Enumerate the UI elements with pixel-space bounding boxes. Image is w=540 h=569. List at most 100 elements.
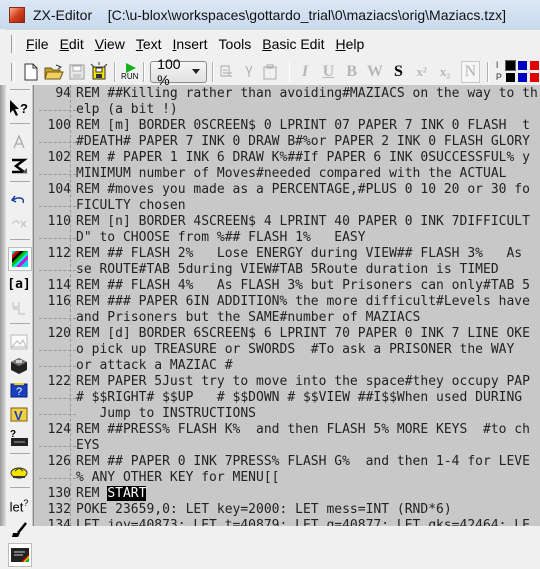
- code-line-continuation[interactable]: o pick up TREASURE or SWORDS #To ask a P…: [34, 342, 538, 358]
- save-all-button[interactable]: [89, 61, 109, 83]
- line-text: REM ### PAPER 6IN ADDITION% the more dif…: [76, 294, 530, 309]
- zoom-dropdown[interactable]: 100 %: [150, 56, 207, 88]
- font-button[interactable]: [8, 131, 30, 153]
- code-line[interactable]: 110 REM [n] BORDER 4SCREEN$ 4 LPRINT 40 P…: [34, 214, 538, 230]
- code-line-continuation[interactable]: and Prisoners but the SAME#number of MAZ…: [34, 310, 538, 326]
- ink-swatch-red[interactable]: [529, 61, 539, 70]
- toolbar-separator: [288, 61, 291, 82]
- menu-label: elp: [345, 36, 365, 52]
- code-line[interactable]: 104 REM #moves you made as a PERCENTAGE,#…: [34, 182, 538, 198]
- text-style-button[interactable]: [8, 155, 30, 177]
- side-toolbar: ? [a] ? V ? let?: [0, 85, 33, 567]
- code-line-continuation[interactable]: elp (a bit !): [34, 102, 538, 118]
- paper-swatch-black[interactable]: [505, 73, 515, 82]
- highlighted-token: START: [107, 486, 147, 501]
- code-line-continuation[interactable]: FICULTY chosen: [34, 198, 538, 214]
- code-line-continuation[interactable]: or attack a MAZIAC #: [34, 358, 538, 374]
- clear-button[interactable]: [8, 213, 30, 235]
- cut-button[interactable]: [240, 61, 257, 83]
- block-3d-button[interactable]: [8, 355, 30, 377]
- italic-button[interactable]: I: [296, 63, 313, 81]
- run-button[interactable]: RUN: [121, 61, 138, 83]
- code-line-continuation[interactable]: Jump to INSTRUCTIONS: [34, 406, 538, 422]
- menu-item-help[interactable]: Help: [330, 36, 370, 52]
- underline-button[interactable]: U: [320, 63, 337, 81]
- undo-button[interactable]: [8, 189, 30, 211]
- wide-button[interactable]: W: [366, 63, 383, 81]
- code-line[interactable]: 100 REM [m] BORDER 0SCREEN$ 0 LPRINT 07 P…: [34, 118, 538, 134]
- code-line[interactable]: 120 REM [d] BORDER 6SCREEN$ 6 LPRINT 70 P…: [34, 326, 538, 342]
- basic-code-editor[interactable]: 94 REM ##Killing rather than avoiding#MAZ…: [33, 85, 540, 526]
- new-file-button[interactable]: [23, 61, 40, 83]
- menu-item-text[interactable]: Text: [131, 36, 168, 52]
- help-pointer-icon: ?: [10, 100, 28, 116]
- toolbar-grip[interactable]: [11, 62, 15, 81]
- line-number: [39, 390, 76, 399]
- copy-button[interactable]: [219, 61, 236, 83]
- code-line[interactable]: 126 REM ## PAPER 0 INK 7PRESS% FLASH G% a…: [34, 454, 538, 470]
- code-line-continuation[interactable]: # $$RIGHT# $$UP # $$DOWN # $$VIEW ##I$$W…: [34, 390, 538, 406]
- strike-style-button[interactable]: S: [390, 63, 407, 81]
- edit-line-button[interactable]: [8, 519, 30, 541]
- tape-info-button[interactable]: ?: [8, 427, 30, 449]
- paper-swatch-red[interactable]: [529, 73, 539, 82]
- superscript-button[interactable]: x²: [413, 64, 430, 80]
- line-text: REM ## FLASH 2% Lose ENERGY during VIEW#…: [76, 246, 523, 261]
- code-line[interactable]: 134 LET joy=40873: LET t=40879: LET q=408…: [34, 518, 538, 526]
- run-play-icon: [125, 62, 136, 73]
- svg-text:V: V: [14, 408, 23, 422]
- side-separator: [10, 453, 30, 459]
- ink-swatch-blue[interactable]: [517, 61, 527, 70]
- line-text: REM [n] BORDER 4SCREEN$ 4 LPRINT 40 PAPE…: [76, 214, 530, 229]
- verify-button[interactable]: V: [8, 403, 30, 425]
- menu-item-view[interactable]: View: [90, 36, 131, 52]
- menubar-grip[interactable]: [11, 35, 15, 53]
- menu-bar: File Edit View Text Insert Tools Basic Edit Hel…: [6, 29, 540, 58]
- paper-swatch-blue[interactable]: [517, 73, 527, 82]
- code-line-continuation[interactable]: % ANY OTHER KEY for MENU[[: [34, 470, 538, 486]
- menu-accelerator: V: [94, 36, 104, 52]
- bold-button[interactable]: B: [343, 63, 360, 81]
- menu-item-tools[interactable]: Tools: [214, 36, 258, 52]
- code-line-continuation[interactable]: D" to CHOOSE from %## FLASH 1% EASY: [34, 230, 538, 246]
- zx-spectrum-button[interactable]: [8, 543, 32, 567]
- line-text: MINIMUM number of Moves#needed compared …: [76, 166, 507, 181]
- code-line[interactable]: 124 REM ##PRESS% FLASH K% and then FLASH …: [34, 422, 538, 438]
- insert-char-button[interactable]: [a]: [7, 273, 30, 295]
- menu-item-file[interactable]: File: [21, 36, 55, 52]
- line-number: 130: [47, 486, 71, 501]
- normal-button[interactable]: N: [460, 60, 481, 83]
- save-button[interactable]: [68, 61, 85, 83]
- code-line[interactable]: 114 REM ## FLASH 4% As FLASH 3% but Priso…: [34, 278, 538, 294]
- ink-swatch-black[interactable]: [504, 60, 516, 71]
- context-help-button[interactable]: ?: [8, 97, 30, 119]
- paste-button[interactable]: [261, 61, 278, 83]
- code-line[interactable]: 94 REM ##Killing rather than avoiding#MAZ…: [34, 86, 537, 102]
- insert-image-button[interactable]: [8, 331, 30, 353]
- code-line[interactable]: 132 POKE 23659,0: LET key=2000: LET mess=…: [34, 502, 538, 518]
- code-line-continuation[interactable]: #DEATH# PAPER 7 INK 0 DRAW B#%or PAPER 2…: [34, 134, 538, 150]
- code-line[interactable]: 122 REM PAPER 5Just try to move into the …: [34, 374, 538, 390]
- open-file-button[interactable]: [44, 61, 64, 83]
- line-text: # $$RIGHT# $$UP # $$DOWN # $$VIEW ##I$$W…: [76, 390, 523, 405]
- block-graphics-icon: [12, 302, 25, 315]
- code-line[interactable]: 116 REM ### PAPER 6IN ADDITION% the more …: [34, 294, 538, 310]
- line-text: FICULTY chosen: [76, 198, 186, 213]
- code-line-continuation[interactable]: se ROUTE#TAB 5during VIEW#TAB 5Route dur…: [34, 262, 538, 278]
- subscript-button[interactable]: x₂: [436, 64, 453, 80]
- zx-spectrum-icon: [11, 548, 29, 562]
- tape-help-icon: ?: [10, 429, 28, 446]
- menu-item-basic-edit[interactable]: Basic Edit: [257, 36, 330, 52]
- code-line[interactable]: 112 REM ## FLASH 2% Lose ENERGY during VI…: [34, 246, 538, 262]
- code-line-continuation[interactable]: EYS: [34, 438, 538, 454]
- code-line[interactable]: 102 REM # PAPER 1 INK 6 DRAW K%##If PAPER…: [34, 150, 538, 166]
- color-attributes-button[interactable]: [8, 247, 32, 271]
- let-help-button[interactable]: let?: [8, 495, 30, 517]
- code-line-continuation[interactable]: MINIMUM number of Moves#needed compared …: [34, 166, 538, 182]
- highlight-button[interactable]: [8, 461, 30, 483]
- code-line[interactable]: 130 REM START: [34, 486, 538, 502]
- block-graphics-button[interactable]: [8, 297, 30, 319]
- menu-item-insert[interactable]: Insert: [168, 36, 214, 52]
- menu-item-edit[interactable]: Edit: [55, 36, 90, 52]
- help-file-button[interactable]: ?: [8, 379, 30, 401]
